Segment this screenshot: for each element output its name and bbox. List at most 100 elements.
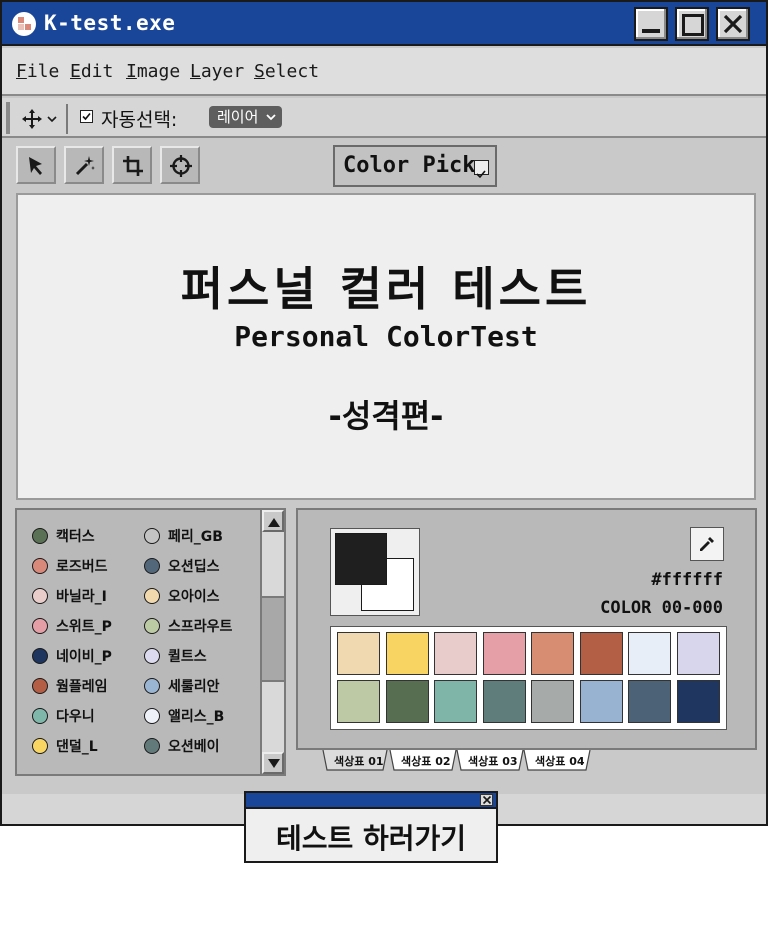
list-item[interactable]: 댄덜_L bbox=[32, 736, 98, 756]
menu-select[interactable]: Select bbox=[254, 61, 319, 82]
list-item[interactable]: 세룰리안 bbox=[144, 676, 220, 696]
list-item[interactable]: 오션베이 bbox=[144, 736, 220, 756]
palette-swatch[interactable] bbox=[628, 632, 671, 675]
close-icon bbox=[723, 14, 743, 34]
color-code: COLOR 00-000 bbox=[600, 598, 723, 618]
scroll-up-button[interactable] bbox=[262, 510, 284, 532]
title-bar[interactable]: K-test.exe bbox=[2, 2, 766, 46]
palette-swatch[interactable] bbox=[337, 632, 380, 675]
list-item[interactable]: 캑터스 bbox=[32, 526, 95, 546]
app-window: K-test.exe File Edit Image Layer Select bbox=[0, 0, 768, 826]
list-item-label: 바닐라_I bbox=[56, 589, 107, 605]
list-item-label: 네이비_P bbox=[56, 649, 112, 665]
palette-swatch[interactable] bbox=[579, 632, 623, 675]
palette-swatch[interactable] bbox=[434, 680, 477, 723]
checkmark-icon bbox=[476, 170, 486, 179]
tab-label: 색상표 04 bbox=[535, 755, 585, 768]
scroll-thumb[interactable] bbox=[262, 596, 284, 682]
foreground-color-swatch[interactable] bbox=[335, 533, 387, 585]
tab-label: 색상표 02 bbox=[401, 755, 451, 768]
color-dot-icon bbox=[32, 648, 48, 664]
color-dot-icon bbox=[32, 708, 48, 724]
menu-edit[interactable]: Edit bbox=[70, 61, 113, 82]
palette-swatch[interactable] bbox=[385, 632, 429, 675]
scroll-down-button[interactable] bbox=[262, 752, 284, 774]
menu-layer[interactable]: Layer bbox=[190, 61, 244, 82]
palette-swatch[interactable] bbox=[676, 632, 720, 675]
list-item[interactable]: 페리_GB bbox=[144, 526, 223, 546]
tab-palette-02[interactable]: 색상표 02 bbox=[389, 750, 457, 772]
hex-value: #ffffff bbox=[651, 570, 723, 590]
magic-wand-tool-button[interactable] bbox=[64, 146, 104, 184]
list-item-label: 다우니 bbox=[56, 709, 95, 725]
color-pick-label: Color Pick bbox=[343, 153, 476, 178]
color-dot-icon bbox=[32, 738, 48, 754]
triangle-down-icon bbox=[268, 759, 280, 768]
list-item[interactable]: 오아이스 bbox=[144, 586, 220, 606]
palette-swatch[interactable] bbox=[531, 632, 574, 675]
target-tool-button[interactable] bbox=[160, 146, 200, 184]
list-item[interactable]: 오션딥스 bbox=[144, 556, 220, 576]
palette-swatch[interactable] bbox=[579, 680, 623, 723]
menu-file[interactable]: File bbox=[16, 61, 59, 82]
autoselect-checkbox[interactable] bbox=[80, 110, 93, 123]
color-pick-button[interactable]: Color Pick bbox=[333, 145, 497, 187]
close-button[interactable] bbox=[716, 7, 750, 41]
select-tool-button[interactable] bbox=[16, 146, 56, 184]
toolbar-grip[interactable] bbox=[6, 102, 10, 134]
palette-swatch[interactable] bbox=[531, 680, 574, 723]
list-item-label: 오아이스 bbox=[168, 589, 220, 605]
start-test-dialog[interactable]: 테스트 하러가기 bbox=[244, 791, 498, 863]
color-dot-icon bbox=[32, 588, 48, 604]
list-item[interactable]: 스프라우트 bbox=[144, 616, 232, 636]
arrow-icon bbox=[29, 157, 42, 175]
color-dot-icon bbox=[144, 648, 160, 664]
autoselect-label: 자동선택: bbox=[101, 109, 178, 131]
eyedropper-button[interactable] bbox=[690, 527, 724, 561]
list-item[interactable]: 다우니 bbox=[32, 706, 95, 726]
list-item[interactable]: 네이비_P bbox=[32, 646, 112, 666]
page-subtitle: Personal ColorTest bbox=[234, 320, 538, 353]
tab-label: 색상표 01 bbox=[334, 755, 384, 768]
type-list-scrollbar[interactable] bbox=[260, 510, 284, 774]
color-dot-icon bbox=[144, 528, 160, 544]
palette-swatch[interactable] bbox=[482, 632, 526, 675]
maximize-button[interactable] bbox=[675, 7, 709, 41]
move-tool-button[interactable] bbox=[22, 108, 62, 130]
list-item-label: 웜플레임 bbox=[56, 679, 108, 695]
dialog-close-button[interactable] bbox=[480, 794, 493, 806]
list-item[interactable]: 퀼트스 bbox=[144, 646, 207, 666]
palette-swatch[interactable] bbox=[482, 680, 526, 723]
list-item-label: 오션딥스 bbox=[168, 559, 220, 575]
palette-swatch[interactable] bbox=[434, 632, 477, 675]
palette-swatch[interactable] bbox=[628, 680, 671, 723]
color-pick-checkbox[interactable] bbox=[474, 160, 489, 179]
color-dot-icon bbox=[144, 618, 160, 634]
palette-swatch[interactable] bbox=[385, 680, 429, 723]
minimize-button[interactable] bbox=[634, 7, 668, 41]
palette-swatch[interactable] bbox=[676, 680, 720, 723]
list-item[interactable]: 웜플레임 bbox=[32, 676, 108, 696]
layer-select[interactable]: 레이어 bbox=[209, 106, 283, 128]
tab-palette-04[interactable]: 색상표 04 bbox=[523, 750, 591, 772]
start-test-button[interactable]: 테스트 하러가기 bbox=[246, 817, 496, 857]
list-item[interactable]: 바닐라_I bbox=[32, 586, 107, 606]
tab-palette-01[interactable]: 색상표 01 bbox=[322, 750, 388, 772]
crop-tool-button[interactable] bbox=[112, 146, 152, 184]
list-item-label: 스위트_P bbox=[56, 619, 112, 635]
list-item-label: 퀼트스 bbox=[168, 649, 207, 665]
list-item[interactable]: 앨리스_B bbox=[144, 706, 224, 726]
tab-palette-03[interactable]: 색상표 03 bbox=[456, 750, 524, 772]
list-item[interactable]: 로즈버드 bbox=[32, 556, 108, 576]
color-dot-icon bbox=[32, 558, 48, 574]
menu-image[interactable]: Image bbox=[126, 61, 180, 82]
color-dot-icon bbox=[32, 678, 48, 694]
app-logo-icon bbox=[12, 12, 36, 36]
foreground-background-picker bbox=[330, 528, 420, 616]
page-title: 퍼스널 컬러 테스트 bbox=[180, 262, 592, 316]
list-item-label: 캑터스 bbox=[56, 529, 95, 545]
list-item[interactable]: 스위트_P bbox=[32, 616, 112, 636]
palette-swatch[interactable] bbox=[337, 680, 380, 723]
layer-select-value: 레이어 bbox=[217, 108, 259, 126]
close-icon bbox=[482, 795, 492, 805]
